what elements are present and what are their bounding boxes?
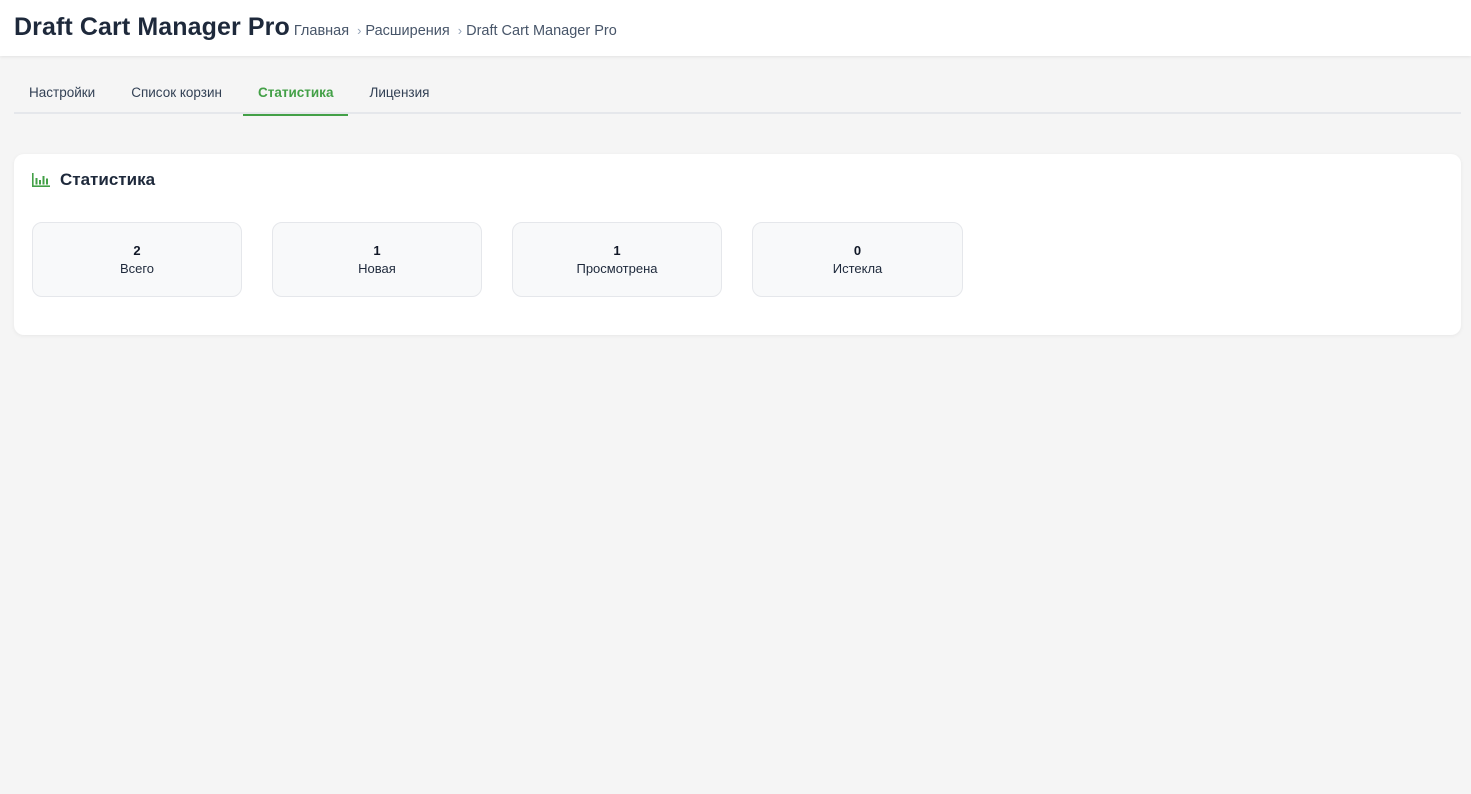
- stat-viewed: 1 Просмотрена: [512, 222, 722, 297]
- stat-expired-label: Истекла: [832, 260, 883, 276]
- stat-new: 1 Новая: [272, 222, 482, 297]
- stat-viewed-value: 1: [613, 242, 621, 258]
- statistics-card: Статистика 2 Всего 1 Новая 1 Просмотрена…: [14, 154, 1461, 335]
- bar-chart-icon: [32, 173, 50, 187]
- stat-expired: 0 Истекла: [752, 222, 963, 297]
- stat-viewed-label: Просмотрена: [576, 260, 658, 276]
- chevron-right-icon: ›: [357, 23, 362, 38]
- stat-total-value: 2: [133, 242, 141, 258]
- breadcrumb-current[interactable]: Draft Cart Manager Pro: [466, 23, 617, 39]
- breadcrumb: Главная › Расширения › Draft Cart Manage…: [294, 23, 617, 39]
- stat-new-label: Новая: [358, 260, 396, 276]
- stat-expired-value: 0: [853, 242, 862, 258]
- statistics-card-header: Статистика: [32, 168, 155, 192]
- breadcrumb-extensions[interactable]: Расширения: [365, 23, 449, 39]
- stat-new-value: 1: [373, 242, 381, 258]
- statistics-card-title: Статистика: [60, 170, 156, 189]
- tab-license[interactable]: Лицензия: [354, 70, 444, 114]
- stat-total-label: Всего: [119, 260, 155, 276]
- page-header: Draft Cart Manager Pro Главная › Расшире…: [0, 0, 1471, 56]
- breadcrumb-home[interactable]: Главная: [294, 23, 349, 39]
- tab-bar: Настройки Список корзин Статистика Лицен…: [14, 70, 1461, 116]
- chevron-right-icon: ›: [457, 23, 463, 38]
- tab-statistics[interactable]: Статистика: [242, 70, 349, 116]
- stat-total: 2 Всего: [32, 222, 242, 297]
- tab-settings[interactable]: Настройки: [14, 70, 110, 114]
- page-title: Draft Cart Manager Pro: [14, 13, 290, 41]
- tab-cart-list[interactable]: Список корзин: [116, 70, 237, 114]
